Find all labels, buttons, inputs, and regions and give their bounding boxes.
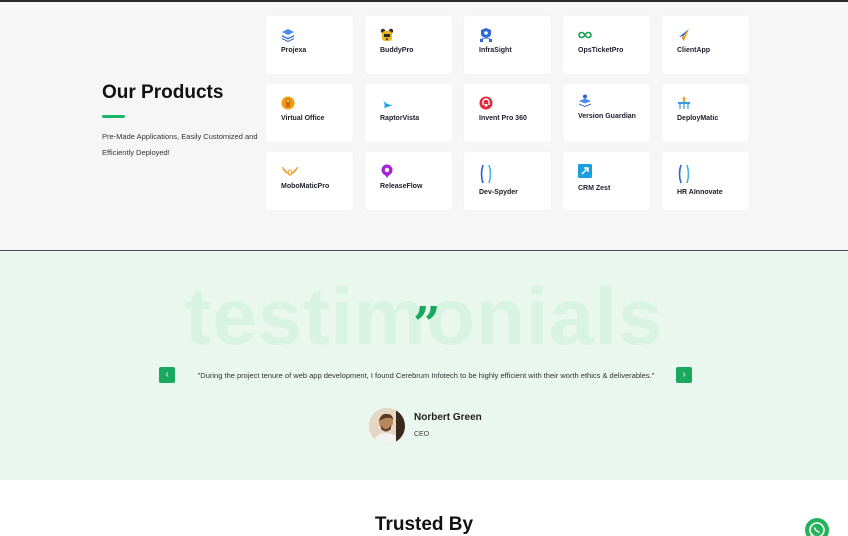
author-role: CEO — [414, 431, 430, 438]
product-card-buddypro[interactable]: BuddyPro — [365, 16, 452, 74]
paper-plane-icon — [677, 28, 691, 42]
whatsapp-icon — [805, 518, 829, 536]
product-card-releaseflow[interactable]: ReleaseFlow — [365, 152, 452, 210]
product-label: RaptorVista — [380, 115, 420, 122]
products-description: Pre-Made Applications, Easily Customized… — [102, 132, 258, 157]
invent-icon — [479, 96, 493, 110]
product-card-version-guardian[interactable]: Version Guardian — [563, 84, 650, 142]
product-label: MoboMaticPro — [281, 183, 330, 190]
product-label: CRM Zest — [578, 185, 611, 192]
product-label: BuddyPro — [380, 47, 414, 54]
product-label: ReleaseFlow — [380, 183, 423, 190]
trusted-by-title: Trusted By — [374, 514, 474, 535]
product-card-crm-zest[interactable]: CRM Zest — [563, 152, 650, 210]
product-label: Projexa — [281, 47, 307, 54]
product-card-projexa[interactable]: Projexa — [266, 16, 353, 74]
trusted-by-section: Trusted By — [0, 480, 848, 536]
author-avatar — [369, 408, 405, 444]
product-label: ClientApp — [677, 47, 711, 54]
stack-person-icon — [578, 94, 592, 108]
quote-icon: ” — [413, 297, 441, 353]
product-card-mobomaticpro[interactable]: MoboMaticPro — [266, 152, 353, 210]
deploy-icon — [677, 96, 691, 110]
arrow-box-icon — [578, 164, 592, 180]
products-grid: Projexa BuddyPro InfraSight OpsTicketPro… — [266, 16, 749, 210]
product-card-raptorvista[interactable]: RaptorVista — [365, 84, 452, 142]
dna-icon — [479, 164, 493, 184]
product-card-infrasight[interactable]: InfraSight — [464, 16, 551, 74]
author-name: Norbert Green — [414, 412, 482, 423]
product-card-clientapp[interactable]: ClientApp — [662, 16, 749, 74]
product-card-invent-pro-360[interactable]: Invent Pro 360 — [464, 84, 551, 142]
testimonial-quote: "During the project tenure of web app de… — [197, 371, 655, 380]
release-icon — [380, 164, 394, 178]
product-card-dev-spyder[interactable]: Dev-Spyder — [464, 152, 551, 210]
product-card-virtual-office[interactable]: Virtual Office — [266, 84, 353, 142]
wings-icon — [281, 164, 299, 178]
helix-icon — [677, 164, 691, 184]
whatsapp-chat-button[interactable] — [805, 518, 829, 536]
next-testimonial-button[interactable]: › — [676, 367, 692, 383]
infinity-icon — [578, 28, 592, 42]
layers-icon — [281, 28, 295, 42]
product-card-opsticketpro[interactable]: OpsTicketPro — [563, 16, 650, 74]
product-label: OpsTicketPro — [578, 47, 624, 54]
product-card-deploymatic[interactable]: DeployMatic — [662, 84, 749, 142]
bird-icon — [380, 96, 394, 110]
products-section: Our Products Pre-Made Applications, Easi… — [0, 2, 848, 250]
product-label: Virtual Office — [281, 115, 325, 122]
shield-network-icon — [479, 28, 493, 42]
product-label: Dev-Spyder — [479, 189, 518, 196]
products-title: Our Products — [102, 82, 224, 103]
product-label: Invent Pro 360 — [479, 115, 527, 122]
office-icon — [281, 96, 295, 110]
product-card-hr-ainnovate[interactable]: HR AInnovate — [662, 152, 749, 210]
title-underline — [102, 115, 125, 118]
product-label: HR AInnovate — [677, 189, 723, 196]
product-label: DeployMatic — [677, 115, 719, 122]
product-label: Version Guardian — [578, 113, 636, 120]
testimonials-section: testimonials ” ‹ "During the project ten… — [0, 251, 848, 480]
product-label: InfraSight — [479, 47, 512, 54]
bear-icon — [380, 28, 394, 42]
previous-testimonial-button[interactable]: ‹ — [159, 367, 175, 383]
